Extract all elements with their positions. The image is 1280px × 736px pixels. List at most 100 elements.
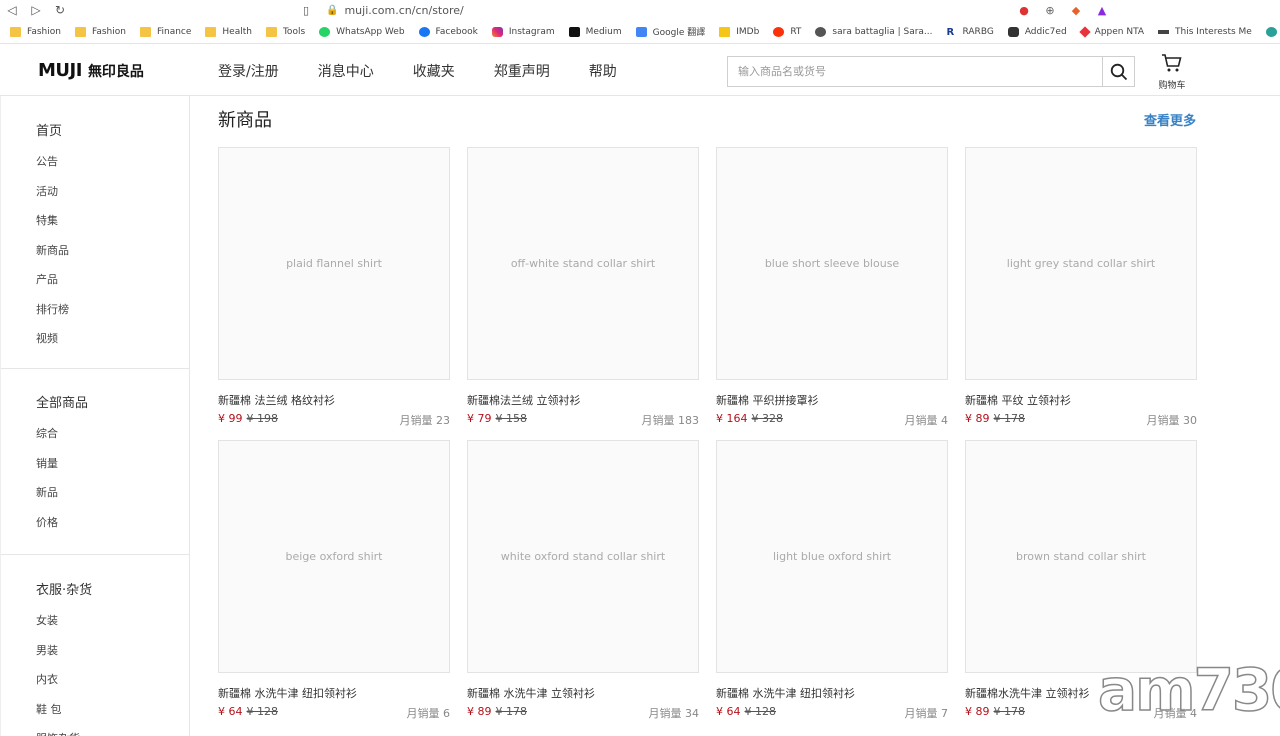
image-placeholder: off-white stand collar shirt bbox=[468, 148, 698, 379]
product-image[interactable]: blue short sleeve blouse bbox=[716, 147, 948, 380]
reload-icon[interactable]: ↻ bbox=[48, 3, 72, 17]
bookmark-item[interactable]: RT bbox=[773, 26, 801, 37]
extension-icon[interactable]: ● bbox=[1016, 2, 1032, 18]
sidebar-item[interactable]: 内衣 bbox=[36, 671, 58, 687]
bookmark-item[interactable]: Fashion bbox=[74, 26, 126, 37]
sidebar-item[interactable]: 产品 bbox=[36, 271, 58, 287]
bookmark-item[interactable]: Bitcoin Crypto Exch... bbox=[1265, 26, 1280, 37]
sidebar-divider bbox=[1, 554, 190, 555]
bookmark-item[interactable]: Health bbox=[205, 26, 252, 37]
bookmark-item[interactable]: WhatsApp Web bbox=[319, 26, 405, 37]
bookmark-label: Fashion bbox=[91, 26, 126, 37]
watermark-logo: am730 bbox=[1097, 655, 1280, 725]
bookmark-label: sara battaglia | Sara... bbox=[832, 26, 933, 37]
product-card[interactable]: brown stand collar shirt 新疆棉水洗牛津 立领衬衫 ¥ 89… bbox=[965, 440, 1197, 720]
bookmark-item[interactable]: sara battaglia | Sara... bbox=[815, 26, 933, 37]
address-bar[interactable]: muji.com.cn/cn/store/ bbox=[344, 4, 463, 17]
product-image[interactable]: off-white stand collar shirt bbox=[467, 147, 699, 380]
bookmark-item[interactable]: Google 翻譯 bbox=[635, 25, 705, 38]
product-name[interactable]: 新疆棉 水洗牛津 立领衬衫 bbox=[467, 685, 595, 701]
nav-disclaimer[interactable]: 郑重声明 bbox=[494, 61, 550, 81]
folder-icon bbox=[139, 26, 151, 37]
sidebar-item[interactable]: 鞋 包 bbox=[36, 701, 62, 717]
sidebar-item[interactable]: 公告 bbox=[36, 153, 58, 169]
product-image[interactable]: plaid flannel shirt bbox=[218, 147, 450, 380]
image-placeholder: white oxford stand collar shirt bbox=[468, 441, 698, 672]
image-caption: light grey stand collar shirt bbox=[1006, 257, 1156, 270]
product-card[interactable]: light grey stand collar shirt 新疆棉 平纹 立领衬衫… bbox=[965, 147, 1197, 427]
product-image[interactable]: white oxford stand collar shirt bbox=[467, 440, 699, 673]
back-icon[interactable]: ◁ bbox=[0, 3, 24, 17]
product-card[interactable]: plaid flannel shirt 新疆棉 法兰绒 格纹衬衫 ¥ 99 ¥ 198… bbox=[218, 147, 450, 427]
image-placeholder: light blue oxford shirt bbox=[717, 441, 947, 672]
sidebar-item[interactable]: 活动 bbox=[36, 183, 58, 199]
forward-icon[interactable]: ▷ bbox=[24, 3, 48, 17]
sidebar-heading[interactable]: 首页 bbox=[36, 120, 62, 139]
sidebar-heading[interactable]: 衣服·杂货 bbox=[36, 579, 92, 598]
nav-login[interactable]: 登录/注册 bbox=[218, 61, 279, 81]
product-image[interactable]: beige oxford shirt bbox=[218, 440, 450, 673]
bookmark-item[interactable]: Facebook bbox=[418, 26, 478, 37]
product-name[interactable]: 新疆棉 平纹 立领衬衫 bbox=[965, 392, 1071, 408]
bookmark-icon[interactable]: ▯ bbox=[298, 4, 314, 17]
sidebar-item[interactable]: 特集 bbox=[36, 212, 58, 228]
sidebar-item[interactable]: 女装 bbox=[36, 612, 58, 628]
zoom-icon[interactable]: ⊕ bbox=[1042, 2, 1058, 18]
muji-logo[interactable]: MUJI 無印良品 bbox=[38, 60, 144, 81]
cart-button[interactable]: 购物车 bbox=[1152, 53, 1192, 91]
rewards-icon[interactable]: ▲ bbox=[1094, 2, 1110, 18]
bookmark-item[interactable]: Finance bbox=[139, 26, 192, 37]
bookmark-label: Finance bbox=[156, 26, 192, 37]
product-name[interactable]: 新疆棉 平织拼接罩衫 bbox=[716, 392, 819, 408]
image-caption: brown stand collar shirt bbox=[1016, 550, 1146, 563]
product-card[interactable]: blue short sleeve blouse 新疆棉 平织拼接罩衫 ¥ 164 ¥… bbox=[716, 147, 948, 427]
bookmark-item[interactable]: Fashion bbox=[10, 26, 61, 37]
product-image[interactable]: brown stand collar shirt bbox=[965, 440, 1197, 673]
original-price: ¥ 328 bbox=[751, 412, 784, 425]
sidebar: 首页公告活动特集新商品产品排行榜视频全部商品综合销量新品价格衣服·杂货女装男装内… bbox=[0, 96, 190, 736]
bookmark-item[interactable]: Addic7ed bbox=[1007, 26, 1067, 37]
product-card[interactable]: beige oxford shirt 新疆棉 水洗牛津 纽扣领衬衫 ¥ 64 ¥ 12… bbox=[218, 440, 450, 720]
product-image[interactable]: light grey stand collar shirt bbox=[965, 147, 1197, 380]
product-card[interactable]: light blue oxford shirt 新疆棉 水洗牛津 纽扣领衬衫 ¥ 6… bbox=[716, 440, 948, 720]
bookmark-item[interactable]: Medium bbox=[568, 26, 622, 37]
sidebar-heading[interactable]: 全部商品 bbox=[36, 392, 88, 411]
bookmark-item[interactable]: IMDb bbox=[719, 26, 759, 37]
original-price: ¥ 178 bbox=[993, 412, 1026, 425]
product-name[interactable]: 新疆棉 水洗牛津 纽扣领衬衫 bbox=[218, 685, 357, 701]
price-row: ¥ 79 ¥ 158 月销量 183 bbox=[467, 412, 699, 427]
nav-help[interactable]: 帮助 bbox=[589, 61, 617, 81]
sidebar-item[interactable]: 排行榜 bbox=[36, 301, 69, 317]
bookmark-item[interactable]: This Interests Me bbox=[1158, 27, 1252, 37]
sidebar-item[interactable]: 综合 bbox=[36, 425, 58, 441]
product-name[interactable]: 新疆棉 水洗牛津 纽扣领衬衫 bbox=[716, 685, 855, 701]
product-card[interactable]: white oxford stand collar shirt 新疆棉 水洗牛津 … bbox=[467, 440, 699, 720]
bookmark-item[interactable]: Appen NTA bbox=[1079, 25, 1144, 38]
product-price: ¥ 89 bbox=[965, 412, 990, 425]
product-card[interactable]: off-white stand collar shirt 新疆棉法兰绒 立领衬衫 ¥… bbox=[467, 147, 699, 427]
sidebar-item[interactable]: 视频 bbox=[36, 330, 58, 346]
search-icon bbox=[1110, 63, 1127, 80]
product-name[interactable]: 新疆棉水洗牛津 立领衬衫 bbox=[965, 685, 1090, 701]
search-box bbox=[727, 56, 1135, 87]
sidebar-item[interactable]: 服饰杂货 bbox=[36, 730, 80, 736]
sidebar-item[interactable]: 新品 bbox=[36, 484, 58, 500]
search-button[interactable] bbox=[1102, 57, 1134, 86]
sidebar-item[interactable]: 新商品 bbox=[36, 242, 69, 258]
product-image[interactable]: light blue oxford shirt bbox=[716, 440, 948, 673]
sidebar-item[interactable]: 价格 bbox=[36, 514, 58, 530]
brave-shield-icon[interactable]: ◆ bbox=[1068, 2, 1084, 18]
product-name[interactable]: 新疆棉法兰绒 立领衬衫 bbox=[467, 392, 581, 408]
nav-messages[interactable]: 消息中心 bbox=[318, 61, 374, 81]
search-input[interactable] bbox=[728, 57, 1104, 86]
sidebar-item[interactable]: 销量 bbox=[36, 455, 58, 471]
nav-favorites[interactable]: 收藏夹 bbox=[413, 61, 455, 81]
product-name[interactable]: 新疆棉 法兰绒 格纹衬衫 bbox=[218, 392, 335, 408]
see-more-link[interactable]: 查看更多 bbox=[1144, 110, 1196, 129]
bookmark-label: RARBG bbox=[962, 26, 994, 37]
bookmark-item[interactable]: Tools bbox=[265, 26, 305, 37]
sidebar-item[interactable]: 男装 bbox=[36, 642, 58, 658]
bookmark-item[interactable]: Instagram bbox=[491, 26, 555, 37]
browser-toolbar: ◁ ▷ ↻ ▯ 🔒 muji.com.cn/cn/store/ ● ⊕ ◆ ▲ bbox=[0, 0, 1280, 20]
bookmark-item[interactable]: R RARBG bbox=[947, 26, 994, 38]
